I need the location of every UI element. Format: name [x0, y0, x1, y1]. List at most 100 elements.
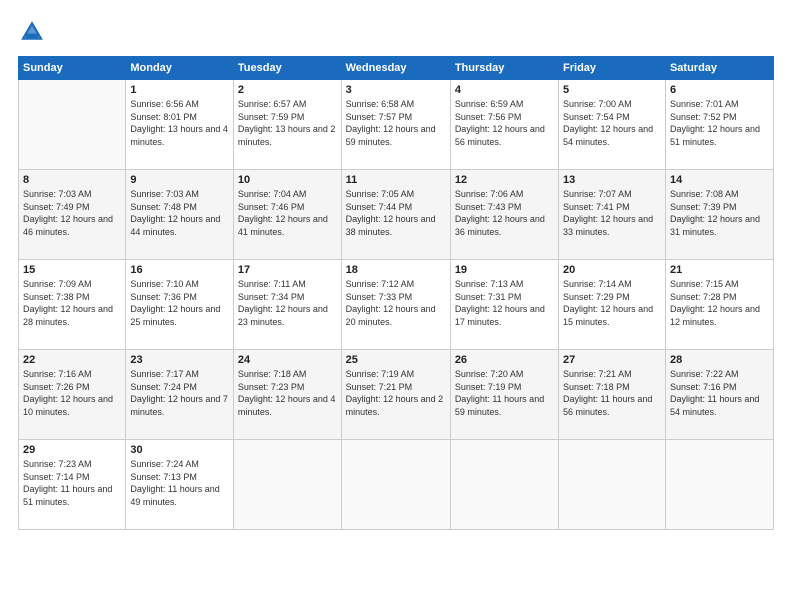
day-info: Sunrise: 7:19 AM Sunset: 7:21 PM Dayligh…	[346, 368, 446, 418]
calendar-cell: 13 Sunrise: 7:07 AM Sunset: 7:41 PM Dayl…	[559, 170, 666, 260]
day-number: 20	[563, 264, 661, 276]
day-info: Sunrise: 7:24 AM Sunset: 7:13 PM Dayligh…	[130, 458, 229, 508]
calendar-cell	[19, 80, 126, 170]
calendar-cell: 4 Sunrise: 6:59 AM Sunset: 7:56 PM Dayli…	[450, 80, 558, 170]
calendar-cell: 22 Sunrise: 7:16 AM Sunset: 7:26 PM Dayl…	[19, 350, 126, 440]
calendar-cell: 8 Sunrise: 7:03 AM Sunset: 7:49 PM Dayli…	[19, 170, 126, 260]
day-info: Sunrise: 7:10 AM Sunset: 7:36 PM Dayligh…	[130, 278, 229, 328]
day-info: Sunrise: 7:03 AM Sunset: 7:49 PM Dayligh…	[23, 188, 121, 238]
calendar-cell: 9 Sunrise: 7:03 AM Sunset: 7:48 PM Dayli…	[126, 170, 234, 260]
calendar-week-row: 8 Sunrise: 7:03 AM Sunset: 7:49 PM Dayli…	[19, 170, 774, 260]
day-info: Sunrise: 7:17 AM Sunset: 7:24 PM Dayligh…	[130, 368, 229, 418]
day-number: 11	[346, 174, 446, 186]
day-info: Sunrise: 7:03 AM Sunset: 7:48 PM Dayligh…	[130, 188, 229, 238]
day-number: 4	[455, 84, 554, 96]
day-number: 21	[670, 264, 769, 276]
day-info: Sunrise: 7:16 AM Sunset: 7:26 PM Dayligh…	[23, 368, 121, 418]
day-info: Sunrise: 7:05 AM Sunset: 7:44 PM Dayligh…	[346, 188, 446, 238]
day-number: 25	[346, 354, 446, 366]
calendar-cell	[559, 440, 666, 530]
page: SundayMondayTuesdayWednesdayThursdayFrid…	[0, 0, 792, 612]
day-info: Sunrise: 6:58 AM Sunset: 7:57 PM Dayligh…	[346, 98, 446, 148]
day-info: Sunrise: 6:59 AM Sunset: 7:56 PM Dayligh…	[455, 98, 554, 148]
day-number: 8	[23, 174, 121, 186]
day-info: Sunrise: 7:04 AM Sunset: 7:46 PM Dayligh…	[238, 188, 337, 238]
day-number: 28	[670, 354, 769, 366]
calendar-cell: 19 Sunrise: 7:13 AM Sunset: 7:31 PM Dayl…	[450, 260, 558, 350]
day-info: Sunrise: 7:11 AM Sunset: 7:34 PM Dayligh…	[238, 278, 337, 328]
calendar-cell: 25 Sunrise: 7:19 AM Sunset: 7:21 PM Dayl…	[341, 350, 450, 440]
calendar-cell: 28 Sunrise: 7:22 AM Sunset: 7:16 PM Dayl…	[665, 350, 773, 440]
calendar-cell: 16 Sunrise: 7:10 AM Sunset: 7:36 PM Dayl…	[126, 260, 234, 350]
day-info: Sunrise: 7:06 AM Sunset: 7:43 PM Dayligh…	[455, 188, 554, 238]
day-number: 15	[23, 264, 121, 276]
calendar-cell: 24 Sunrise: 7:18 AM Sunset: 7:23 PM Dayl…	[233, 350, 341, 440]
day-number: 17	[238, 264, 337, 276]
day-info: Sunrise: 6:57 AM Sunset: 7:59 PM Dayligh…	[238, 98, 337, 148]
day-info: Sunrise: 7:14 AM Sunset: 7:29 PM Dayligh…	[563, 278, 661, 328]
calendar-cell: 17 Sunrise: 7:11 AM Sunset: 7:34 PM Dayl…	[233, 260, 341, 350]
calendar-cell: 26 Sunrise: 7:20 AM Sunset: 7:19 PM Dayl…	[450, 350, 558, 440]
weekday-header: Wednesday	[341, 57, 450, 80]
day-number: 18	[346, 264, 446, 276]
weekday-header: Tuesday	[233, 57, 341, 80]
day-number: 19	[455, 264, 554, 276]
day-number: 24	[238, 354, 337, 366]
day-number: 1	[130, 84, 229, 96]
calendar-cell: 1 Sunrise: 6:56 AM Sunset: 8:01 PM Dayli…	[126, 80, 234, 170]
calendar-cell	[665, 440, 773, 530]
day-number: 10	[238, 174, 337, 186]
calendar-week-row: 1 Sunrise: 6:56 AM Sunset: 8:01 PM Dayli…	[19, 80, 774, 170]
day-info: Sunrise: 7:21 AM Sunset: 7:18 PM Dayligh…	[563, 368, 661, 418]
day-number: 13	[563, 174, 661, 186]
day-number: 6	[670, 84, 769, 96]
calendar-cell	[233, 440, 341, 530]
calendar-cell: 27 Sunrise: 7:21 AM Sunset: 7:18 PM Dayl…	[559, 350, 666, 440]
day-number: 26	[455, 354, 554, 366]
calendar-cell: 20 Sunrise: 7:14 AM Sunset: 7:29 PM Dayl…	[559, 260, 666, 350]
calendar-cell: 14 Sunrise: 7:08 AM Sunset: 7:39 PM Dayl…	[665, 170, 773, 260]
calendar-cell: 10 Sunrise: 7:04 AM Sunset: 7:46 PM Dayl…	[233, 170, 341, 260]
day-info: Sunrise: 7:00 AM Sunset: 7:54 PM Dayligh…	[563, 98, 661, 148]
calendar-cell: 6 Sunrise: 7:01 AM Sunset: 7:52 PM Dayli…	[665, 80, 773, 170]
calendar-cell: 23 Sunrise: 7:17 AM Sunset: 7:24 PM Dayl…	[126, 350, 234, 440]
day-number: 29	[23, 444, 121, 456]
calendar-cell: 2 Sunrise: 6:57 AM Sunset: 7:59 PM Dayli…	[233, 80, 341, 170]
calendar-week-row: 22 Sunrise: 7:16 AM Sunset: 7:26 PM Dayl…	[19, 350, 774, 440]
day-info: Sunrise: 7:20 AM Sunset: 7:19 PM Dayligh…	[455, 368, 554, 418]
day-info: Sunrise: 7:15 AM Sunset: 7:28 PM Dayligh…	[670, 278, 769, 328]
calendar-header-row: SundayMondayTuesdayWednesdayThursdayFrid…	[19, 57, 774, 80]
day-info: Sunrise: 7:18 AM Sunset: 7:23 PM Dayligh…	[238, 368, 337, 418]
day-info: Sunrise: 7:09 AM Sunset: 7:38 PM Dayligh…	[23, 278, 121, 328]
calendar-week-row: 29 Sunrise: 7:23 AM Sunset: 7:14 PM Dayl…	[19, 440, 774, 530]
logo	[18, 18, 50, 46]
day-info: Sunrise: 7:22 AM Sunset: 7:16 PM Dayligh…	[670, 368, 769, 418]
day-number: 5	[563, 84, 661, 96]
day-number: 23	[130, 354, 229, 366]
day-number: 12	[455, 174, 554, 186]
calendar-cell: 18 Sunrise: 7:12 AM Sunset: 7:33 PM Dayl…	[341, 260, 450, 350]
calendar-cell: 15 Sunrise: 7:09 AM Sunset: 7:38 PM Dayl…	[19, 260, 126, 350]
calendar-cell: 12 Sunrise: 7:06 AM Sunset: 7:43 PM Dayl…	[450, 170, 558, 260]
calendar-cell: 30 Sunrise: 7:24 AM Sunset: 7:13 PM Dayl…	[126, 440, 234, 530]
calendar-cell: 3 Sunrise: 6:58 AM Sunset: 7:57 PM Dayli…	[341, 80, 450, 170]
day-number: 30	[130, 444, 229, 456]
day-info: Sunrise: 7:07 AM Sunset: 7:41 PM Dayligh…	[563, 188, 661, 238]
day-info: Sunrise: 7:23 AM Sunset: 7:14 PM Dayligh…	[23, 458, 121, 508]
weekday-header: Friday	[559, 57, 666, 80]
day-number: 3	[346, 84, 446, 96]
day-number: 2	[238, 84, 337, 96]
day-number: 14	[670, 174, 769, 186]
day-number: 22	[23, 354, 121, 366]
day-info: Sunrise: 7:01 AM Sunset: 7:52 PM Dayligh…	[670, 98, 769, 148]
calendar-cell	[450, 440, 558, 530]
calendar-cell: 21 Sunrise: 7:15 AM Sunset: 7:28 PM Dayl…	[665, 260, 773, 350]
calendar-cell: 29 Sunrise: 7:23 AM Sunset: 7:14 PM Dayl…	[19, 440, 126, 530]
day-info: Sunrise: 7:12 AM Sunset: 7:33 PM Dayligh…	[346, 278, 446, 328]
day-info: Sunrise: 7:08 AM Sunset: 7:39 PM Dayligh…	[670, 188, 769, 238]
calendar-cell: 5 Sunrise: 7:00 AM Sunset: 7:54 PM Dayli…	[559, 80, 666, 170]
weekday-header: Saturday	[665, 57, 773, 80]
day-number: 16	[130, 264, 229, 276]
calendar-cell: 11 Sunrise: 7:05 AM Sunset: 7:44 PM Dayl…	[341, 170, 450, 260]
day-info: Sunrise: 7:13 AM Sunset: 7:31 PM Dayligh…	[455, 278, 554, 328]
